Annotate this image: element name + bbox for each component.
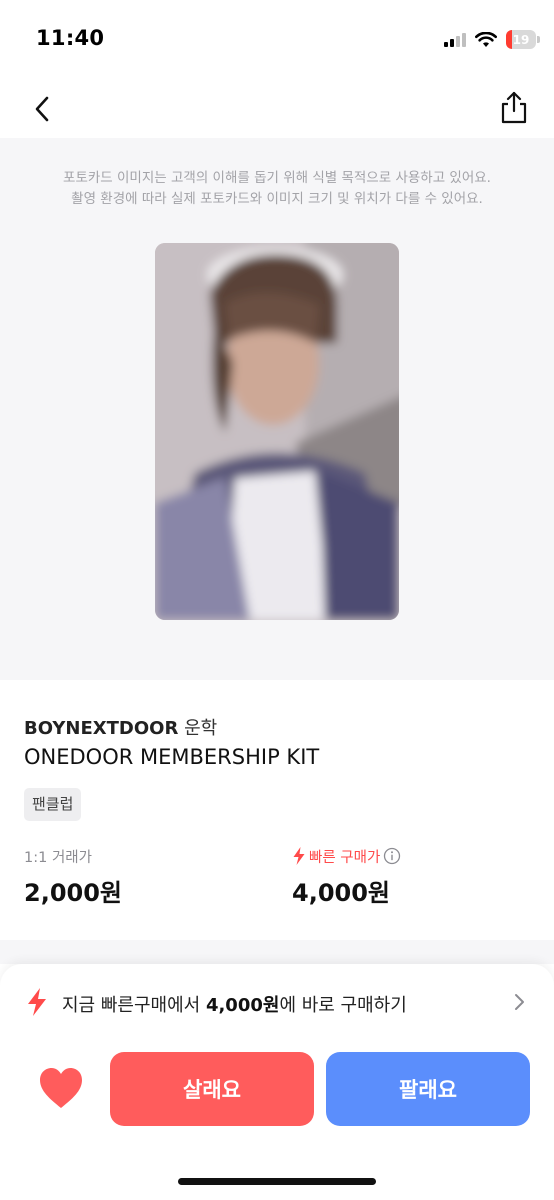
chevron-right-icon bbox=[515, 994, 524, 1010]
like-button[interactable] bbox=[38, 1066, 84, 1110]
battery-fill bbox=[506, 30, 512, 49]
cellular-signal-icon bbox=[444, 32, 466, 47]
image-notice-line-1: 포토카드 이미지는 고객의 이해를 돕기 위해 식별 목적으로 사용하고 있어요… bbox=[63, 170, 491, 186]
category-tag: 팬클럽 bbox=[24, 788, 82, 821]
section-divider bbox=[0, 940, 554, 964]
image-notice-line-2: 촬영 환경에 따라 실제 포토카드와 이미지 크기 및 위치가 다를 수 있어요… bbox=[71, 191, 483, 207]
fast-purchase-text: 지금 빠른구매에서 4,000원에 바로 구매하기 bbox=[62, 991, 407, 1017]
heart-icon bbox=[40, 1068, 82, 1108]
fast-price-value: 4,000원 bbox=[292, 879, 390, 907]
lightning-bolt-icon bbox=[28, 988, 46, 1016]
trade-price-value: 2,000원 bbox=[24, 879, 122, 907]
wifi-icon bbox=[475, 31, 497, 47]
fast-purchase-banner[interactable]: 지금 빠른구매에서 4,000원에 바로 구매하기 bbox=[22, 982, 534, 1024]
status-icons: 19 bbox=[444, 30, 540, 49]
fast-purchase-prefix: 지금 빠른구매에서 bbox=[62, 995, 201, 1016]
info-icon[interactable] bbox=[383, 847, 401, 865]
product-image-area: 포토카드 이미지는 고객의 이해를 돕기 위해 식별 목적으로 사용하고 있어요… bbox=[0, 138, 554, 680]
trade-price-label: 1:1 거래가 bbox=[24, 849, 92, 866]
member-name: 운학 bbox=[184, 718, 218, 739]
photocard-image[interactable] bbox=[155, 243, 399, 620]
status-time: 11:40 bbox=[36, 26, 105, 50]
status-bar: 11:40 19 bbox=[0, 0, 554, 80]
image-notice: 포토카드 이미지는 고객의 이해를 돕기 위해 식별 목적으로 사용하고 있어요… bbox=[20, 168, 534, 210]
fast-price-label-row: 빠른 구매가 bbox=[292, 846, 401, 866]
lightning-bolt-icon bbox=[293, 847, 305, 865]
share-icon bbox=[501, 91, 527, 124]
top-navigation bbox=[0, 80, 554, 138]
bottom-action-sheet: 지금 빠른구매에서 4,000원에 바로 구매하기 살래요 팔래요 bbox=[0, 964, 554, 1200]
artist-name: BOYNEXTDOOR bbox=[24, 718, 179, 739]
fast-purchase-suffix: 에 바로 구매하기 bbox=[279, 995, 407, 1016]
back-button[interactable] bbox=[28, 92, 58, 126]
buy-button[interactable]: 살래요 bbox=[110, 1052, 314, 1126]
sell-button[interactable]: 팔래요 bbox=[326, 1052, 530, 1126]
battery-level-text: 19 bbox=[512, 32, 530, 47]
artist-line: BOYNEXTDOOR 운학 bbox=[24, 714, 217, 740]
fast-purchase-amount: 4,000원 bbox=[205, 995, 280, 1016]
home-indicator bbox=[178, 1178, 376, 1185]
photocard-picture bbox=[155, 243, 399, 620]
chevron-left-icon bbox=[35, 96, 49, 122]
battery-cap bbox=[537, 36, 540, 43]
fast-price-label: 빠른 구매가 bbox=[309, 849, 381, 866]
battery-indicator: 19 bbox=[506, 30, 540, 49]
trade-price-block: 1:1 거래가 2,000원 bbox=[24, 846, 122, 908]
share-button[interactable] bbox=[498, 90, 530, 126]
fast-price-block: 빠른 구매가 4,000원 bbox=[292, 846, 401, 908]
album-title: ONEDOOR MEMBERSHIP KIT bbox=[24, 745, 320, 769]
